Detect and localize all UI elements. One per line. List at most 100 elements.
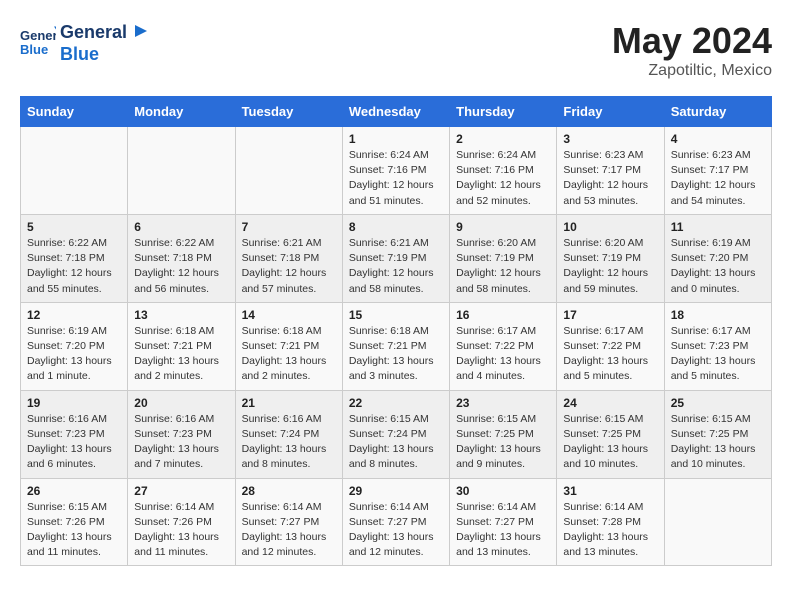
calendar-cell: 15 Sunrise: 6:18 AMSunset: 7:21 PMDayligh… — [342, 302, 449, 390]
day-number: 31 — [563, 484, 657, 498]
calendar-table: SundayMondayTuesdayWednesdayThursdayFrid… — [20, 96, 772, 566]
calendar-cell: 9 Sunrise: 6:20 AMSunset: 7:19 PMDaylight… — [450, 214, 557, 302]
day-detail: Sunrise: 6:20 AMSunset: 7:19 PMDaylight:… — [563, 236, 657, 297]
day-number: 15 — [349, 308, 443, 322]
day-number: 18 — [671, 308, 765, 322]
day-number: 28 — [242, 484, 336, 498]
calendar-cell: 11Sunrise: 6:19 AMSunset: 7:20 PMDayligh… — [664, 214, 771, 302]
day-number: 22 — [349, 396, 443, 410]
calendar-cell: 5 Sunrise: 6:22 AMSunset: 7:18 PMDaylight… — [21, 214, 128, 302]
calendar-cell: 25 Sunrise: 6:15 AMSunset: 7:25 PMDayligh… — [664, 390, 771, 478]
day-number: 5 — [27, 220, 121, 234]
day-detail: Sunrise: 6:18 AMSunset: 7:21 PMDaylight:… — [134, 324, 228, 385]
calendar-cell: 14 Sunrise: 6:18 AMSunset: 7:21 PMDayligh… — [235, 302, 342, 390]
day-number: 30 — [456, 484, 550, 498]
calendar-cell: 23 Sunrise: 6:15 AMSunset: 7:25 PMDayligh… — [450, 390, 557, 478]
day-detail: Sunrise: 6:21 AMSunset: 7:18 PMDaylight:… — [242, 236, 336, 297]
day-number: 2 — [456, 132, 550, 146]
day-detail: Sunrise: 6:16 AMSunset: 7:23 PMDaylight:… — [134, 412, 228, 473]
day-detail: Sunrise: 6:21 AMSunset: 7:19 PMDaylight:… — [349, 236, 443, 297]
day-detail: Sunrise: 6:19 AMSunset: 7:20 PMDaylight:… — [671, 236, 765, 297]
day-number: 23 — [456, 396, 550, 410]
day-number: 24 — [563, 396, 657, 410]
day-detail: Sunrise: 6:17 AMSunset: 7:23 PMDaylight:… — [671, 324, 765, 385]
month-title: May 2024 — [612, 20, 772, 62]
calendar-cell: 28Sunrise: 6:14 AMSunset: 7:27 PMDayligh… — [235, 478, 342, 566]
day-detail: Sunrise: 6:18 AMSunset: 7:21 PMDaylight:… — [349, 324, 443, 385]
day-detail: Sunrise: 6:14 AMSunset: 7:26 PMDaylight:… — [134, 500, 228, 561]
day-header-sunday: Sunday — [21, 97, 128, 127]
day-detail: Sunrise: 6:19 AMSunset: 7:20 PMDaylight:… — [27, 324, 121, 385]
calendar-cell: 27Sunrise: 6:14 AMSunset: 7:26 PMDayligh… — [128, 478, 235, 566]
calendar-cell: 12 Sunrise: 6:19 AMSunset: 7:20 PMDayligh… — [21, 302, 128, 390]
calendar-cell — [128, 127, 235, 215]
day-header-wednesday: Wednesday — [342, 97, 449, 127]
day-detail: Sunrise: 6:20 AMSunset: 7:19 PMDaylight:… — [456, 236, 550, 297]
calendar-cell — [664, 478, 771, 566]
day-header-monday: Monday — [128, 97, 235, 127]
page-header: General Blue General Blue May 2024 Zapot… — [20, 20, 772, 80]
day-header-tuesday: Tuesday — [235, 97, 342, 127]
calendar-cell: 20 Sunrise: 6:16 AMSunset: 7:23 PMDayligh… — [128, 390, 235, 478]
day-number: 4 — [671, 132, 765, 146]
calendar-cell: 8Sunrise: 6:21 AMSunset: 7:19 PMDaylight… — [342, 214, 449, 302]
day-number: 13 — [134, 308, 228, 322]
day-detail: Sunrise: 6:17 AMSunset: 7:22 PMDaylight:… — [563, 324, 657, 385]
day-detail: Sunrise: 6:16 AMSunset: 7:24 PMDaylight:… — [242, 412, 336, 473]
day-detail: Sunrise: 6:15 AMSunset: 7:25 PMDaylight:… — [563, 412, 657, 473]
day-detail: Sunrise: 6:18 AMSunset: 7:21 PMDaylight:… — [242, 324, 336, 385]
day-detail: Sunrise: 6:14 AMSunset: 7:27 PMDaylight:… — [349, 500, 443, 561]
calendar-cell: 19Sunrise: 6:16 AMSunset: 7:23 PMDayligh… — [21, 390, 128, 478]
calendar-cell: 22Sunrise: 6:15 AMSunset: 7:24 PMDayligh… — [342, 390, 449, 478]
calendar-cell: 1Sunrise: 6:24 AMSunset: 7:16 PMDaylight… — [342, 127, 449, 215]
calendar-cell: 7 Sunrise: 6:21 AMSunset: 7:18 PMDaylight… — [235, 214, 342, 302]
day-detail: Sunrise: 6:22 AMSunset: 7:18 PMDaylight:… — [27, 236, 121, 297]
day-number: 7 — [242, 220, 336, 234]
day-detail: Sunrise: 6:22 AMSunset: 7:18 PMDaylight:… — [134, 236, 228, 297]
calendar-cell: 4 Sunrise: 6:23 AMSunset: 7:17 PMDaylight… — [664, 127, 771, 215]
logo-arrow — [133, 23, 149, 39]
calendar-cell: 31 Sunrise: 6:14 AMSunset: 7:28 PMDayligh… — [557, 478, 664, 566]
calendar-cell: 17 Sunrise: 6:17 AMSunset: 7:22 PMDayligh… — [557, 302, 664, 390]
calendar-cell: 18 Sunrise: 6:17 AMSunset: 7:23 PMDayligh… — [664, 302, 771, 390]
day-detail: Sunrise: 6:14 AMSunset: 7:28 PMDaylight:… — [563, 500, 657, 561]
day-number: 17 — [563, 308, 657, 322]
day-detail: Sunrise: 6:23 AMSunset: 7:17 PMDaylight:… — [563, 148, 657, 209]
day-number: 12 — [27, 308, 121, 322]
svg-text:General: General — [20, 28, 56, 43]
svg-text:Blue: Blue — [20, 42, 48, 57]
calendar-cell — [235, 127, 342, 215]
calendar-cell: 6 Sunrise: 6:22 AMSunset: 7:18 PMDaylight… — [128, 214, 235, 302]
calendar-cell: 29 Sunrise: 6:14 AMSunset: 7:27 PMDayligh… — [342, 478, 449, 566]
day-header-saturday: Saturday — [664, 97, 771, 127]
day-detail: Sunrise: 6:24 AMSunset: 7:16 PMDaylight:… — [456, 148, 550, 209]
logo-general-text: General — [60, 22, 127, 42]
day-number: 3 — [563, 132, 657, 146]
day-header-thursday: Thursday — [450, 97, 557, 127]
day-number: 25 — [671, 396, 765, 410]
day-detail: Sunrise: 6:15 AMSunset: 7:26 PMDaylight:… — [27, 500, 121, 561]
calendar-cell: 24 Sunrise: 6:15 AMSunset: 7:25 PMDayligh… — [557, 390, 664, 478]
calendar-cell — [21, 127, 128, 215]
logo-blue-text: Blue — [60, 44, 99, 64]
day-detail: Sunrise: 6:14 AMSunset: 7:27 PMDaylight:… — [456, 500, 550, 561]
day-number: 20 — [134, 396, 228, 410]
day-detail: Sunrise: 6:23 AMSunset: 7:17 PMDaylight:… — [671, 148, 765, 209]
calendar-cell: 16Sunrise: 6:17 AMSunset: 7:22 PMDayligh… — [450, 302, 557, 390]
calendar-cell: 10 Sunrise: 6:20 AMSunset: 7:19 PMDayligh… — [557, 214, 664, 302]
calendar-cell: 30 Sunrise: 6:14 AMSunset: 7:27 PMDayligh… — [450, 478, 557, 566]
location: Zapotiltic, Mexico — [612, 62, 772, 80]
day-number: 6 — [134, 220, 228, 234]
day-detail: Sunrise: 6:15 AMSunset: 7:25 PMDaylight:… — [456, 412, 550, 473]
calendar-cell: 13 Sunrise: 6:18 AMSunset: 7:21 PMDayligh… — [128, 302, 235, 390]
calendar-cell: 3 Sunrise: 6:23 AMSunset: 7:17 PMDaylight… — [557, 127, 664, 215]
day-detail: Sunrise: 6:24 AMSunset: 7:16 PMDaylight:… — [349, 148, 443, 209]
day-number: 14 — [242, 308, 336, 322]
day-detail: Sunrise: 6:17 AMSunset: 7:22 PMDaylight:… — [456, 324, 550, 385]
day-number: 9 — [456, 220, 550, 234]
day-header-friday: Friday — [557, 97, 664, 127]
day-number: 29 — [349, 484, 443, 498]
day-number: 21 — [242, 396, 336, 410]
day-detail: Sunrise: 6:15 AMSunset: 7:25 PMDaylight:… — [671, 412, 765, 473]
day-number: 10 — [563, 220, 657, 234]
